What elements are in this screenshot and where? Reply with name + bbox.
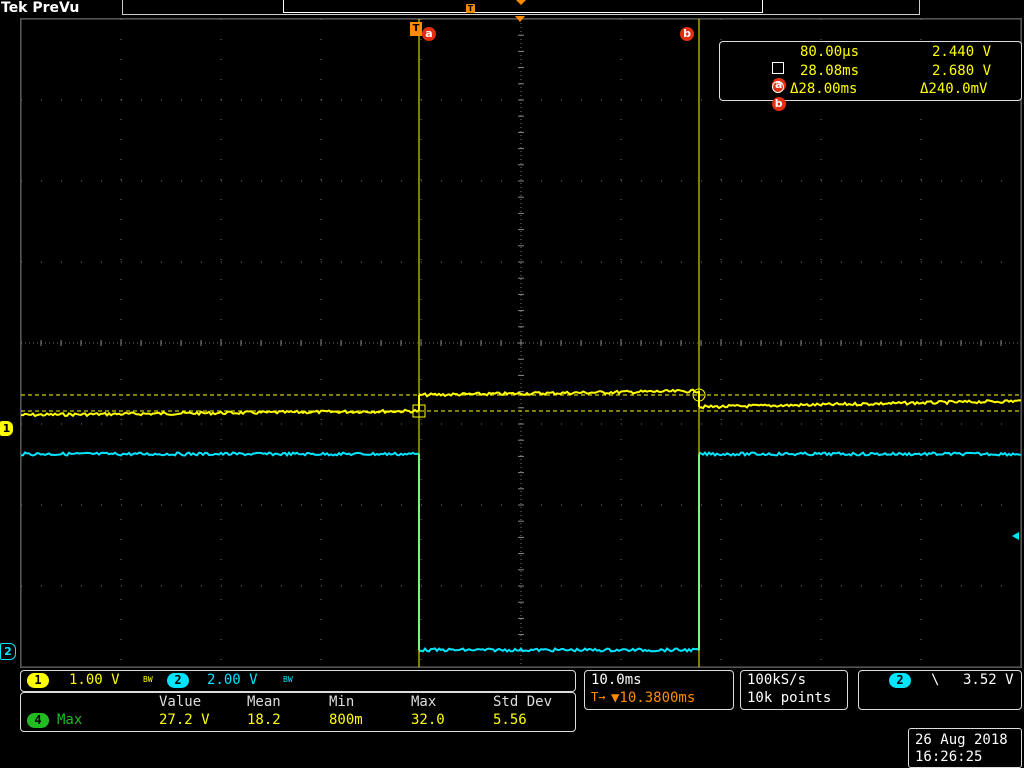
meas-name: Max — [57, 712, 83, 728]
brand-label: Tek PreVu — [1, 0, 79, 16]
delta-time: Δ28.00ms — [790, 81, 858, 97]
meas-header-stddev: Std Dev — [493, 694, 553, 710]
acquisition-panel[interactable]: 100kS/s 10k points — [740, 670, 848, 710]
cursor-b-badge: b — [680, 27, 694, 41]
date-text: 26 Aug 2018 — [915, 732, 1008, 748]
cursor-readout-panel: a 80.00µs 2.440 V b 28.08ms 2.680 V Δ28.… — [719, 41, 1022, 111]
cursor-b-readout-badge: b — [771, 97, 786, 111]
brand-mode: PreVu — [32, 0, 80, 16]
meas-min: 800m — [329, 712, 363, 728]
trigger-position: ▼10.3800ms — [611, 690, 696, 706]
trigger-panel[interactable]: 2 \ 3.52 V — [858, 670, 1022, 710]
meas-max: 32.0 — [411, 712, 445, 728]
meas-stddev: 5.56 — [493, 712, 527, 728]
meas-value: 27.2 V — [159, 712, 210, 728]
time-text: 16:26:25 — [915, 749, 983, 765]
cursor-b-header[interactable]: b — [680, 22, 694, 41]
channel-settings-bar: 1 1.00 V BW 2 2.00 V BW — [20, 670, 576, 692]
ch1-level-marker[interactable]: 1 — [0, 421, 13, 436]
meas-channel-badge[interactable]: 4 — [27, 713, 49, 728]
falling-edge-icon: \ — [931, 672, 940, 688]
brand-tek: Tek — [1, 0, 28, 16]
record-center-marker — [516, 0, 526, 5]
meas-header-min: Min — [329, 694, 355, 710]
meas-header-mean: Mean — [247, 694, 281, 710]
meas-header-max: Max — [411, 694, 437, 710]
trigger-t-marker: T — [410, 22, 422, 36]
record-length: 10k points — [747, 690, 832, 706]
trigger-source-badge: 2 — [889, 673, 911, 688]
waveform-display[interactable] — [20, 18, 1022, 668]
timebase-scale: 10.0ms — [591, 672, 642, 688]
cursor-a-time: 80.00µs — [800, 44, 860, 60]
ch2-scale[interactable]: 2.00 V — [207, 672, 258, 688]
sample-rate: 100kS/s — [747, 672, 807, 688]
record-trigger-marker: T — [466, 4, 475, 13]
meas-mean: 18.2 — [247, 712, 281, 728]
trigger-position-marker — [515, 16, 525, 22]
timebase-panel[interactable]: 10.0ms T→ ▼10.3800ms — [584, 670, 734, 710]
measurement-panel: Value Mean Min Max Std Dev 4 Max 27.2 V … — [20, 692, 576, 732]
ch1-badge[interactable]: 1 — [27, 673, 49, 688]
ch1-scale[interactable]: 1.00 V — [69, 672, 120, 688]
cursor-b-row: b — [738, 63, 786, 127]
circle-icon — [771, 81, 784, 93]
ch2-badge[interactable]: 2 — [167, 673, 189, 688]
trigger-position-icon: T→ — [591, 690, 606, 704]
cursor-b-time: 28.08ms — [800, 63, 860, 79]
trigger-level: 3.52 V — [963, 672, 1014, 688]
trigger-level-arrow[interactable] — [1012, 532, 1019, 540]
ch1-bw-icon: BW — [143, 675, 153, 684]
cursor-b-volt: 2.680 V — [932, 63, 992, 79]
cursor-a-badge: a — [422, 27, 436, 41]
ch2-level-marker[interactable]: 2 — [0, 643, 16, 660]
ch2-bw-icon: BW — [283, 675, 293, 684]
meas-header-value: Value — [159, 694, 202, 710]
delta-volt: Δ240.0mV — [920, 81, 988, 97]
cursor-a-header[interactable]: Ta — [410, 22, 436, 41]
datetime-display: 26 Aug 2018 16:26:25 — [908, 728, 1022, 768]
cursor-a-volt: 2.440 V — [932, 44, 992, 60]
